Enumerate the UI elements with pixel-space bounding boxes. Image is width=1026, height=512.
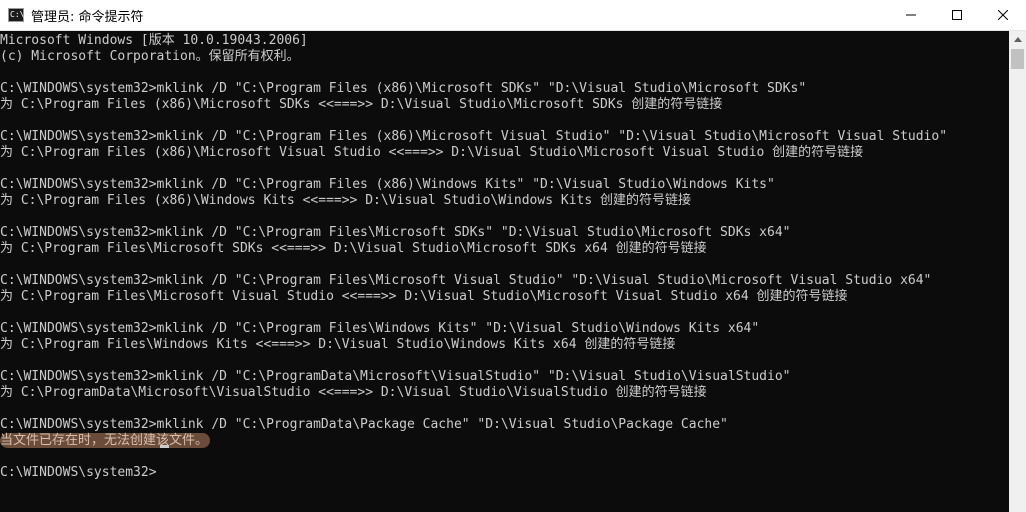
title-bar[interactable]: C:\ 管理员: 命令提示符 [0,0,1026,31]
console-line: C:\WINDOWS\system32>mklink /D "C:\Progra… [0,81,807,96]
console-line: C:\WINDOWS\system32>mklink /D "C:\Progra… [0,369,791,384]
console-line: 为 C:\Program Files\Microsoft SDKs <<===>… [0,241,707,256]
console-output[interactable]: Microsoft Windows [版本 10.0.19043.2006] (c… [0,31,1009,512]
close-button[interactable] [980,0,1026,30]
console-line: C:\WINDOWS\system32>mklink /D "C:\Progra… [0,273,932,288]
console-line: 为 C:\Program Files (x86)\Microsoft SDKs … [0,97,723,112]
console-line: C:\WINDOWS\system32>mklink /D "C:\Progra… [0,177,775,192]
console-line: C:\WINDOWS\system32>mklink /D "C:\Progra… [0,417,728,432]
window-title: 管理员: 命令提示符 [31,10,144,25]
minimize-button[interactable] [888,0,934,30]
console-line: Microsoft Windows [版本 10.0.19043.2006] [0,33,308,48]
close-icon [998,10,1008,20]
console-line: 为 C:\ProgramData\Microsoft\VisualStudio … [0,385,707,400]
scroll-thumb[interactable] [1011,49,1024,69]
vertical-scrollbar[interactable] [1009,31,1026,512]
console-line: C:\WINDOWS\system32>mklink /D "C:\Progra… [0,129,948,144]
maximize-button[interactable] [934,0,980,30]
console-line: C:\WINDOWS\system32>mklink /D "C:\Progra… [0,225,791,240]
console-line: 为 C:\Program Files\Windows Kits <<===>> … [0,337,676,352]
text-cursor [160,445,169,448]
minimize-icon [906,14,916,16]
console-line: 为 C:\Program Files (x86)\Microsoft Visua… [0,145,864,160]
console-line: C:\WINDOWS\system32>mklink /D "C:\Progra… [0,321,760,336]
console-line: (c) Microsoft Corporation。保留所有权利。 [0,49,300,64]
console-line: 为 C:\Program Files\Microsoft Visual Stud… [0,289,848,304]
console-line: 为 C:\Program Files (x86)\Windows Kits <<… [0,193,691,208]
maximize-icon [952,10,962,20]
console-line: 当文件已存在时，无法创建该文件。 [0,433,211,448]
command-prompt-window: C:\ 管理员: 命令提示符 Microsoft Windows [版本 10.… [0,0,1026,512]
console-line: C:\WINDOWS\system32> [0,465,157,480]
scroll-up-button[interactable] [1009,31,1026,48]
cmd-icon: C:\ [8,8,24,22]
scroll-up-arrow-icon [1013,37,1022,42]
